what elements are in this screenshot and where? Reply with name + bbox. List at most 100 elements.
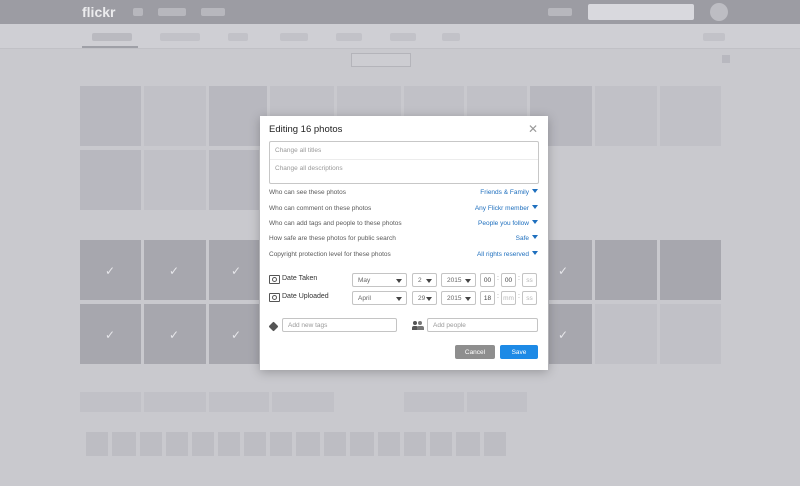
strip-thumbnail[interactable] <box>166 432 188 456</box>
date-uploaded-hour-input[interactable]: 18 <box>480 291 495 305</box>
background-photo[interactable] <box>80 150 141 210</box>
titles-input[interactable]: Change all titles <box>275 147 321 154</box>
strip-thumbnail[interactable] <box>484 432 506 456</box>
visibility-dropdown[interactable]: Friends & Family <box>480 189 538 196</box>
subnav-tab[interactable] <box>336 33 362 41</box>
background-photo[interactable]: ✓ <box>144 304 206 364</box>
background-button[interactable] <box>351 53 411 67</box>
background-photo[interactable] <box>209 150 259 210</box>
save-button[interactable]: Save <box>500 345 538 359</box>
tag-permission-dropdown[interactable]: People you follow <box>478 220 538 227</box>
comment-permission-dropdown[interactable]: Any Flickr member <box>475 205 538 212</box>
subnav-tab[interactable] <box>703 33 725 41</box>
background-photo[interactable] <box>660 304 721 364</box>
subnav-tab[interactable] <box>442 33 460 41</box>
people-icon <box>412 321 424 330</box>
subnav-tab[interactable] <box>92 33 132 41</box>
background-photo[interactable] <box>337 86 401 116</box>
strip-thumbnail[interactable] <box>270 432 292 456</box>
strip-thumbnail[interactable] <box>192 432 214 456</box>
batch-edit-dialog: Editing 16 photos ✕ Change all titles Ch… <box>260 116 548 370</box>
safety-level-dropdown[interactable]: Safe <box>516 235 538 242</box>
background-photo[interactable] <box>144 392 206 412</box>
background-photo[interactable]: ✓ <box>549 240 592 300</box>
strip-thumbnail[interactable] <box>218 432 240 456</box>
background-photo[interactable]: ✓ <box>144 240 206 300</box>
comment-permission-value: Any Flickr member <box>474 205 529 212</box>
background-photo[interactable] <box>209 392 269 412</box>
background-photo[interactable]: ✓ <box>209 304 259 364</box>
strip-thumbnail[interactable] <box>350 432 374 456</box>
background-photo[interactable] <box>595 304 657 364</box>
date-taken-second-input[interactable]: ss <box>522 273 537 287</box>
date-uploaded-minute-input[interactable]: mm <box>501 291 516 305</box>
subnav-tab[interactable] <box>280 33 308 41</box>
search-input[interactable] <box>588 4 694 20</box>
date-uploaded-month-select[interactable]: April <box>352 291 407 305</box>
background-photo[interactable] <box>80 392 141 412</box>
background-photo[interactable] <box>467 86 527 116</box>
background-photo[interactable] <box>272 392 334 412</box>
background-photo[interactable] <box>467 392 527 412</box>
nav-tab[interactable] <box>201 8 225 16</box>
subnav-tab[interactable] <box>160 33 200 41</box>
background-photo[interactable] <box>209 86 267 146</box>
chevron-down-icon <box>465 297 471 301</box>
background-photo[interactable] <box>80 86 141 146</box>
copyright-dropdown[interactable]: All rights reserved <box>477 251 538 258</box>
background-photo[interactable] <box>595 86 657 146</box>
background-photo[interactable] <box>404 392 464 412</box>
nav-tab[interactable] <box>158 8 186 16</box>
avatar[interactable] <box>710 3 728 21</box>
cancel-button[interactable]: Cancel <box>455 345 495 359</box>
nav-tab[interactable] <box>133 8 143 16</box>
chevron-down-icon <box>532 235 538 239</box>
nav-tab[interactable] <box>548 8 572 16</box>
date-taken-hour-input[interactable]: 00 <box>480 273 495 287</box>
background-photo[interactable] <box>660 240 721 300</box>
strip-thumbnail[interactable] <box>378 432 400 456</box>
background-photo[interactable] <box>144 150 206 210</box>
background-photo[interactable]: ✓ <box>549 304 592 364</box>
background-photo[interactable]: ✓ <box>80 240 141 300</box>
check-icon: ✓ <box>169 328 180 342</box>
date-uploaded-year-select[interactable]: 2015 <box>441 291 476 305</box>
background-photo[interactable]: ✓ <box>209 240 259 300</box>
strip-thumbnail[interactable] <box>244 432 266 456</box>
strip-thumbnail[interactable] <box>296 432 320 456</box>
date-taken-year-select[interactable]: 2015 <box>441 273 476 287</box>
dialog-title: Editing 16 photos <box>269 124 343 135</box>
descriptions-input[interactable]: Change all descriptions <box>275 165 343 172</box>
background-photo[interactable] <box>404 86 464 116</box>
strip-thumbnail[interactable] <box>430 432 452 456</box>
date-uploaded-day-select[interactable]: 29 <box>412 291 437 305</box>
strip-thumbnail[interactable] <box>456 432 480 456</box>
safety-level-label: How safe are these photos for public sea… <box>269 235 396 242</box>
grid-icon[interactable] <box>722 55 730 63</box>
date-uploaded-second-input[interactable]: ss <box>522 291 537 305</box>
date-taken-label: Date Taken <box>282 275 318 282</box>
background-photo[interactable]: ✓ <box>80 304 141 364</box>
flickr-logo[interactable]: flickr <box>82 4 115 20</box>
chevron-down-icon <box>426 279 432 283</box>
subnav-tab[interactable] <box>390 33 416 41</box>
background-photo[interactable] <box>595 240 657 300</box>
close-icon[interactable]: ✕ <box>528 122 538 136</box>
subnav-tab[interactable] <box>228 33 248 41</box>
background-photo[interactable] <box>660 86 721 146</box>
date-taken-minute-input[interactable]: 00 <box>501 273 516 287</box>
strip-thumbnail[interactable] <box>140 432 162 456</box>
copyright-label: Copyright protection level for these pho… <box>269 251 391 258</box>
check-icon: ✓ <box>231 328 242 342</box>
tag-permission-label: Who can add tags and people to these pho… <box>269 220 402 227</box>
camera-icon <box>269 293 280 302</box>
strip-thumbnail[interactable] <box>112 432 136 456</box>
date-taken-month-select[interactable]: May <box>352 273 407 287</box>
background-photo[interactable] <box>144 86 206 146</box>
strip-thumbnail[interactable] <box>324 432 346 456</box>
people-input[interactable]: Add people <box>427 318 538 332</box>
date-taken-day-select[interactable]: 2 <box>412 273 437 287</box>
strip-thumbnail[interactable] <box>86 432 108 456</box>
tags-input[interactable]: Add new tags <box>282 318 397 332</box>
strip-thumbnail[interactable] <box>404 432 426 456</box>
